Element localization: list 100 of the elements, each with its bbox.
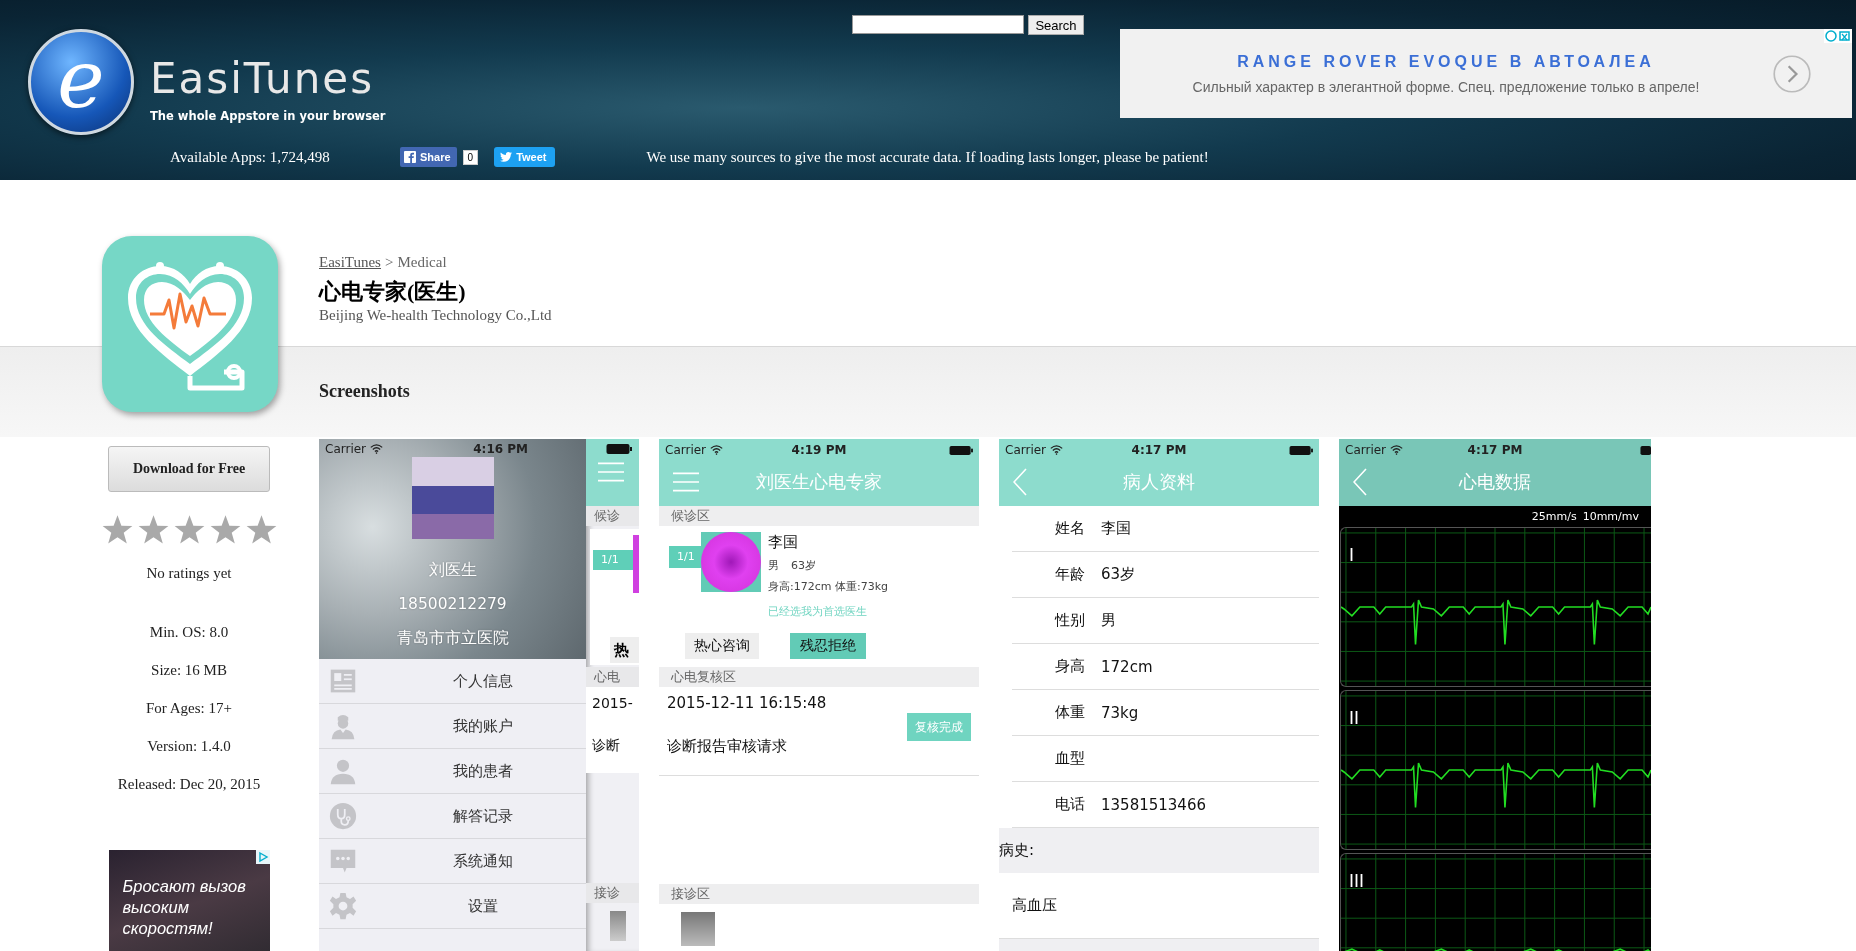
review-date: 2015- bbox=[592, 695, 634, 711]
doctor-phone: 18500212279 bbox=[398, 595, 507, 613]
app-fact: For Ages: 17+ bbox=[146, 699, 232, 718]
photo-placeholder bbox=[681, 912, 715, 946]
search-button[interactable]: Search bbox=[1028, 15, 1084, 35]
patient-name: 李国 bbox=[768, 533, 799, 552]
star-icon bbox=[101, 514, 133, 545]
settings-icon bbox=[329, 892, 357, 920]
chat-bubble-icon bbox=[329, 847, 357, 875]
lead-label: I bbox=[1349, 545, 1354, 566]
field-label: 姓名 bbox=[1055, 519, 1086, 538]
menu-item[interactable]: 设置 bbox=[319, 884, 586, 929]
ad-text: Сильный характер в элегантной форме. Спец. предложение только в апреле! bbox=[1192, 78, 1700, 95]
chevron-right-icon[interactable] bbox=[1772, 53, 1812, 94]
download-button[interactable]: Download for Free bbox=[108, 446, 270, 492]
patient-sex: 男 bbox=[768, 558, 779, 573]
search-field[interactable] bbox=[852, 15, 1025, 34]
breadcrumb-current: Medical bbox=[397, 254, 447, 271]
screen-title: 病人资料 bbox=[1123, 469, 1195, 494]
ad-headline[interactable]: RANGE ROVER EVOQUE В АВТОАЛЕА bbox=[1237, 52, 1655, 71]
breadcrumb-separator: > bbox=[384, 254, 394, 271]
site-title[interactable]: EasiTunes bbox=[150, 55, 386, 103]
patient-age: 63岁 bbox=[791, 558, 816, 573]
field-value: 172cm bbox=[1101, 657, 1153, 676]
reject-button[interactable]: 残忍拒绝 bbox=[790, 633, 866, 659]
wifi-icon bbox=[1050, 445, 1064, 455]
ad-text: Бросают вызов высоким скоростям! bbox=[122, 876, 247, 939]
field-label: 血型 bbox=[1055, 749, 1086, 768]
patient-body: 身高:172cm 体重:73kg bbox=[768, 579, 889, 594]
wifi-icon bbox=[370, 444, 384, 454]
star-icon bbox=[245, 514, 277, 545]
section-label: 心电 bbox=[586, 667, 639, 687]
back-icon[interactable] bbox=[1013, 467, 1027, 496]
battery-icon bbox=[1289, 444, 1313, 456]
status-time: 4:17 PM bbox=[1131, 443, 1187, 457]
id-card-icon bbox=[329, 667, 357, 695]
section-label: 候诊区 bbox=[659, 506, 979, 526]
review-request: 诊断 bbox=[592, 737, 621, 755]
menu-item[interactable]: 我的患者 bbox=[319, 749, 586, 794]
lead-label: III bbox=[1349, 871, 1364, 892]
gain-setting: 10mm/mv bbox=[1582, 510, 1639, 523]
app-fact: Min. OS: 8.0 bbox=[149, 623, 229, 642]
menu-item[interactable]: 我的账户 bbox=[319, 704, 586, 749]
logo-icon[interactable]: e bbox=[28, 29, 134, 135]
patient-card[interactable]: 1/1 热 bbox=[590, 529, 639, 665]
medical-history: 高血压 bbox=[1012, 896, 1057, 915]
field-value: 13581513466 bbox=[1101, 795, 1206, 814]
letter-f-icon bbox=[404, 151, 416, 163]
menu-item[interactable]: 解答记录 bbox=[319, 794, 586, 839]
menu-item[interactable]: 系统通知 bbox=[319, 839, 586, 884]
status-time: 4:16 PM bbox=[473, 442, 528, 456]
section-label: 候诊 bbox=[586, 506, 639, 526]
battery-icon bbox=[949, 444, 973, 456]
field-value: 李国 bbox=[1101, 519, 1131, 538]
section-label: 接诊区 bbox=[659, 884, 979, 904]
app-icon bbox=[102, 236, 278, 412]
battery-icon bbox=[1640, 444, 1651, 456]
star-icon bbox=[137, 514, 169, 545]
field-value: 73kg bbox=[1101, 703, 1139, 722]
share-button[interactable]: Share bbox=[400, 147, 457, 167]
consult-button[interactable]: 热心咨询 bbox=[685, 633, 759, 659]
section-label: 病史: bbox=[999, 828, 1319, 873]
breadcrumb-link[interactable]: EasiTunes bbox=[319, 254, 381, 271]
share-count: 0 bbox=[462, 149, 479, 165]
screen-title: 刘医生心电专家 bbox=[756, 469, 882, 494]
star-icon bbox=[173, 514, 205, 545]
field-label: 性别 bbox=[1055, 611, 1086, 630]
ad-choices-icon[interactable] bbox=[255, 850, 270, 864]
consult-button[interactable]: 热 bbox=[610, 637, 639, 663]
menu-icon[interactable] bbox=[598, 461, 624, 483]
photo-placeholder bbox=[701, 532, 761, 592]
available-apps-count: Available Apps: 1,724,498 bbox=[170, 148, 331, 166]
field-label: 电话 bbox=[1055, 795, 1086, 814]
carrier-label: Carrier bbox=[1005, 443, 1047, 457]
back-icon[interactable] bbox=[1353, 467, 1367, 496]
carrier-label: Carrier bbox=[325, 442, 367, 456]
photo-placeholder bbox=[610, 911, 626, 941]
stethoscope-icon bbox=[329, 802, 357, 830]
app-fact: Size: 16 MB bbox=[151, 661, 227, 680]
menu-item[interactable]: 个人信息 bbox=[319, 659, 586, 704]
app-fact: Version: 1.4.0 bbox=[147, 737, 231, 756]
bird-icon bbox=[500, 152, 513, 162]
count-badge: 1/1 bbox=[593, 550, 633, 570]
doctor-name: 刘医生 bbox=[428, 561, 477, 579]
preferred-note: 已经选我为首选医生 bbox=[768, 604, 868, 619]
menu-icon[interactable] bbox=[673, 470, 699, 493]
wifi-icon bbox=[710, 445, 724, 455]
loading-notice: We use many sources to give the most accurate data. If loading lasts longer, please be patient! bbox=[646, 148, 1209, 166]
lead-label: II bbox=[1349, 708, 1359, 729]
star-icon bbox=[209, 514, 241, 545]
field-label: 体重 bbox=[1055, 703, 1086, 722]
wifi-icon bbox=[1390, 445, 1404, 455]
field-label: 年龄 bbox=[1055, 565, 1086, 584]
field-value: 63岁 bbox=[1101, 565, 1136, 584]
ad-banner[interactable]: RANGE ROVER EVOQUE В АВТОАЛЕА Сильный характер в элегантной форме. Спец. предложение только в апреле! bbox=[1120, 29, 1852, 118]
section-label: 接诊 bbox=[586, 883, 639, 903]
ad-banner[interactable]: Бросают вызов высоким скоростям! bbox=[108, 850, 270, 951]
developer-name: Beijing We-health Technology Co.,Ltd bbox=[319, 307, 552, 324]
person-icon bbox=[329, 757, 357, 785]
screenshots-heading: Screenshots bbox=[319, 381, 411, 402]
